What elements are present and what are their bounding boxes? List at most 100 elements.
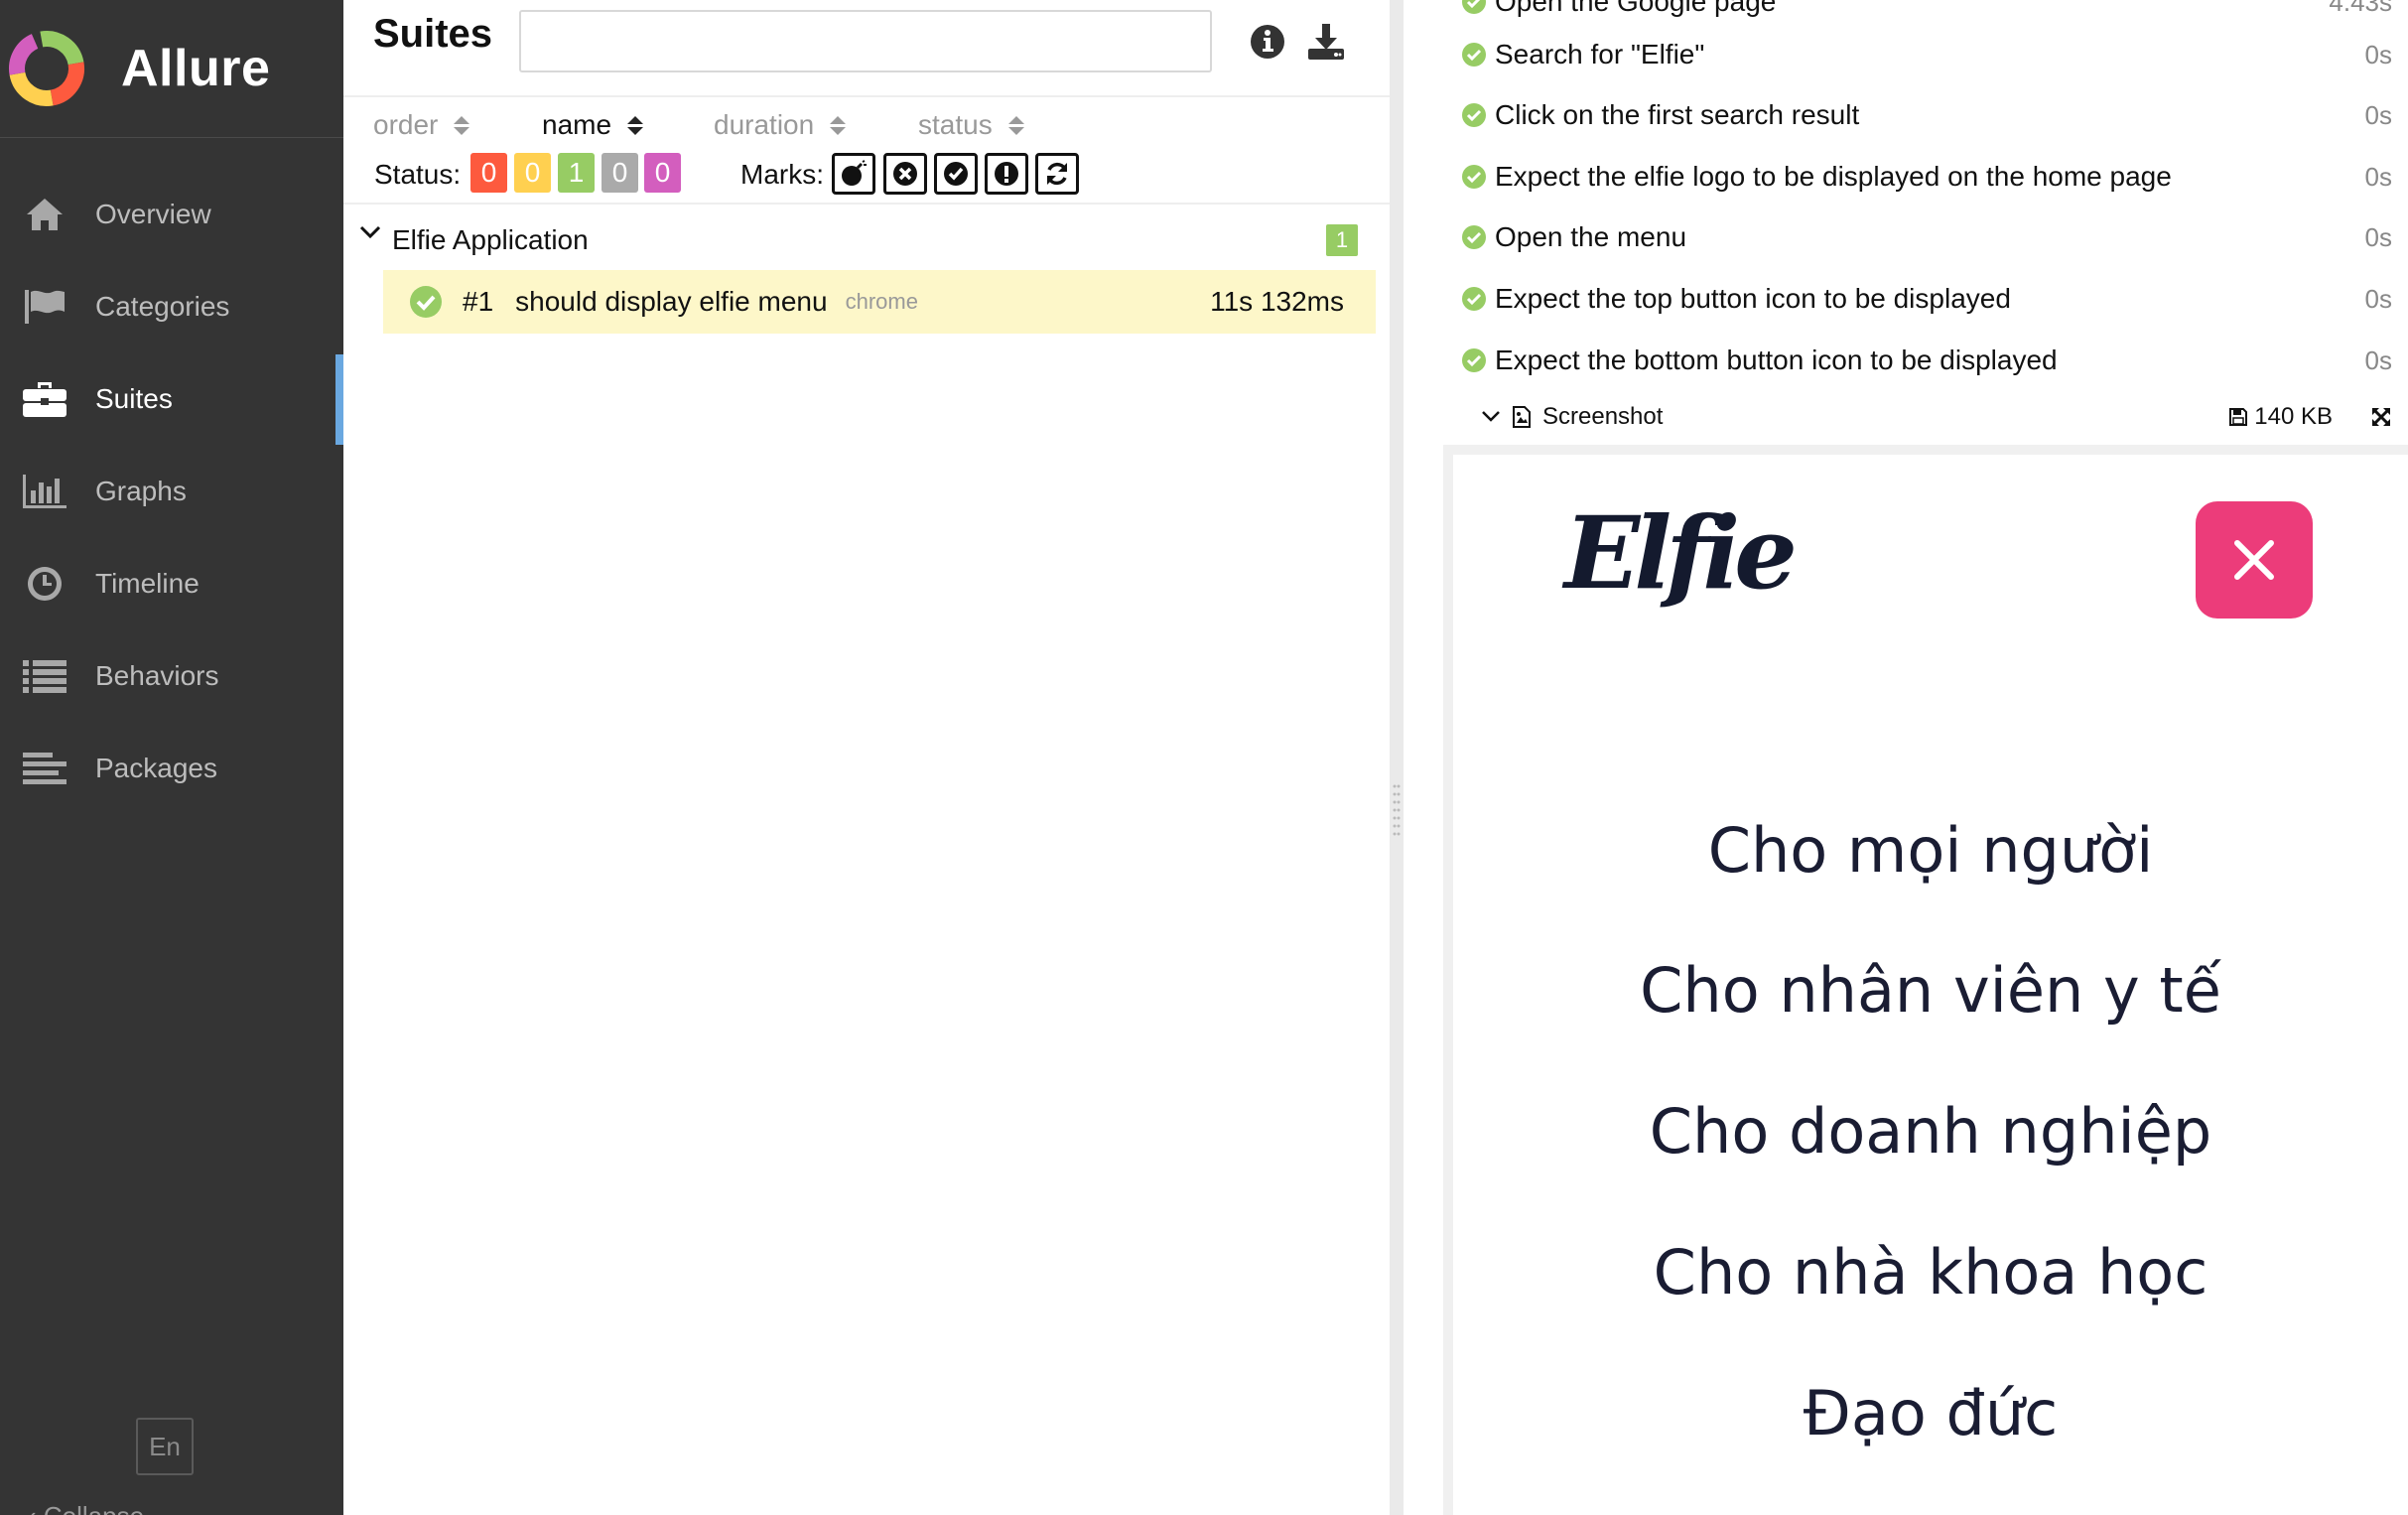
step-row[interactable]: Search for "Elfie" 0s bbox=[1461, 35, 2404, 74]
list-icon bbox=[22, 656, 67, 696]
sort-label: order bbox=[373, 109, 439, 140]
sidebar-item-graphs[interactable]: Graphs bbox=[0, 445, 343, 537]
step-row[interactable]: Open the Google page 4.43s bbox=[1461, 0, 2404, 22]
passed-check-icon bbox=[1462, 165, 1486, 189]
filter-bar: Status: 0 0 1 0 0 Marks: bbox=[343, 153, 1390, 205]
step-name: Expect the bottom button icon to be disp… bbox=[1495, 344, 2058, 375]
collapse-label: Collapse bbox=[44, 1501, 144, 1515]
pane-gap bbox=[1404, 0, 1443, 1515]
sort-icon bbox=[830, 115, 847, 135]
sidebar-item-overview[interactable]: Overview bbox=[0, 168, 343, 260]
image-file-icon bbox=[1513, 406, 1531, 428]
step-duration: 0s bbox=[2364, 283, 2392, 314]
sidebar-item-label: Suites bbox=[95, 382, 173, 414]
screenshot-image: Elfie Cho mọi người Cho nhân viên y tế C… bbox=[1453, 455, 2408, 1515]
flaky-bomb-icon[interactable] bbox=[832, 153, 875, 195]
step-name: Open the menu bbox=[1495, 221, 1687, 252]
test-duration: 11s 132ms bbox=[1210, 286, 1344, 317]
step-row[interactable]: Expect the top button icon to be display… bbox=[1461, 279, 2404, 319]
step-row[interactable]: Open the menu 0s bbox=[1461, 217, 2404, 257]
status-skipped-toggle[interactable]: 0 bbox=[602, 153, 638, 193]
sidebar-item-timeline[interactable]: Timeline bbox=[0, 537, 343, 629]
download-icon[interactable] bbox=[1306, 22, 1346, 62]
home-icon bbox=[22, 195, 67, 234]
sort-by-status[interactable]: status bbox=[918, 109, 1024, 141]
status-failed-toggle[interactable]: 0 bbox=[470, 153, 507, 193]
passed-check-icon bbox=[1462, 287, 1486, 311]
new-failed-icon[interactable] bbox=[883, 153, 927, 195]
sort-by-order[interactable]: order bbox=[373, 109, 470, 141]
retries-icon[interactable] bbox=[1035, 153, 1079, 195]
align-left-icon bbox=[22, 749, 67, 788]
collapse-button[interactable]: ‹ Collapse bbox=[28, 1501, 144, 1515]
step-duration: 0s bbox=[2364, 39, 2392, 69]
test-case-row[interactable]: #1 should display elfie menu chrome 11s … bbox=[383, 270, 1376, 334]
step-row[interactable]: Expect the elfie logo to be displayed on… bbox=[1461, 157, 2404, 197]
sidebar-item-label: Graphs bbox=[95, 475, 187, 506]
menu-item: Cho doanh nghiệp bbox=[1649, 1095, 2212, 1168]
info-icon[interactable] bbox=[1248, 22, 1287, 62]
passed-check-icon bbox=[1462, 348, 1486, 372]
pane-splitter[interactable] bbox=[1390, 0, 1404, 1515]
sidebar-item-categories[interactable]: Categories bbox=[0, 260, 343, 352]
sort-bar: order name duration status bbox=[343, 97, 1390, 153]
sort-icon bbox=[454, 115, 470, 135]
passed-check-icon bbox=[1462, 103, 1486, 127]
elfie-logo: Elfie bbox=[1564, 494, 1798, 612]
step-duration: 0s bbox=[2364, 221, 2392, 252]
sort-label: name bbox=[542, 109, 612, 140]
menu-item: Cho nhân viên y tế bbox=[1640, 954, 2221, 1027]
sort-by-duration[interactable]: duration bbox=[714, 109, 847, 141]
close-menu-button[interactable] bbox=[2196, 501, 2313, 619]
sidebar-item-suites[interactable]: Suites bbox=[0, 352, 343, 445]
step-name: Search for "Elfie" bbox=[1495, 39, 1705, 69]
test-environment: chrome bbox=[845, 289, 918, 314]
step-name: Expect the top button icon to be display… bbox=[1495, 283, 2011, 314]
new-broken-icon[interactable] bbox=[985, 153, 1028, 195]
expand-icon[interactable] bbox=[2370, 406, 2392, 428]
chevron-down-icon bbox=[359, 225, 381, 239]
sidebar-item-label: Timeline bbox=[95, 567, 200, 599]
sidebar: Allure Overview Categories Suites Graphs… bbox=[0, 0, 343, 1515]
attachment-name: Screenshot bbox=[1542, 403, 1664, 430]
step-duration: 4.43s bbox=[2329, 0, 2392, 17]
suite-group-count: 1 bbox=[1326, 224, 1358, 256]
status-broken-toggle[interactable]: 0 bbox=[514, 153, 551, 193]
status-filter-label: Status: bbox=[374, 159, 462, 190]
brand[interactable]: Allure bbox=[0, 0, 343, 138]
step-row[interactable]: Expect the bottom button icon to be disp… bbox=[1461, 341, 2404, 380]
attachment-row[interactable]: Screenshot 140 KB bbox=[1461, 397, 2394, 437]
sidebar-item-behaviors[interactable]: Behaviors bbox=[0, 629, 343, 722]
suite-group[interactable]: Elfie Application 1 bbox=[343, 205, 1390, 268]
language-button[interactable]: En bbox=[136, 1418, 194, 1475]
sort-icon bbox=[1007, 115, 1024, 135]
step-name: Click on the first search result bbox=[1495, 99, 1860, 130]
status-passed-toggle[interactable]: 1 bbox=[558, 153, 595, 193]
sidebar-nav: Overview Categories Suites Graphs Timeli… bbox=[0, 168, 343, 814]
search-input[interactable] bbox=[519, 10, 1212, 72]
drag-handle-icon[interactable] bbox=[1392, 782, 1402, 842]
bar-chart-icon bbox=[22, 472, 67, 511]
test-details-pane: Open the Google page 4.43s Search for "E… bbox=[1443, 0, 2408, 1515]
step-name: Open the Google page bbox=[1495, 0, 1777, 17]
step-duration: 0s bbox=[2364, 161, 2392, 192]
passed-check-icon bbox=[1462, 0, 1486, 14]
sort-label: status bbox=[918, 109, 993, 140]
new-passed-icon[interactable] bbox=[934, 153, 978, 195]
passed-check-icon bbox=[410, 286, 442, 318]
sort-by-name[interactable]: name bbox=[542, 109, 644, 141]
sidebar-item-label: Behaviors bbox=[95, 659, 219, 691]
sidebar-item-label: Overview bbox=[95, 198, 211, 229]
sort-label: duration bbox=[714, 109, 815, 140]
allure-logo-icon bbox=[9, 31, 84, 106]
status-unknown-toggle[interactable]: 0 bbox=[644, 153, 681, 193]
passed-check-icon bbox=[1462, 225, 1486, 249]
step-row[interactable]: Click on the first search result 0s bbox=[1461, 95, 2404, 135]
sidebar-item-packages[interactable]: Packages bbox=[0, 722, 343, 814]
flag-icon bbox=[22, 287, 67, 327]
clock-icon bbox=[22, 564, 67, 604]
passed-check-icon bbox=[1462, 43, 1486, 67]
save-icon bbox=[2229, 408, 2248, 426]
menu-item: Cho mọi người bbox=[1707, 814, 2154, 887]
suites-header: Suites bbox=[343, 0, 1390, 97]
